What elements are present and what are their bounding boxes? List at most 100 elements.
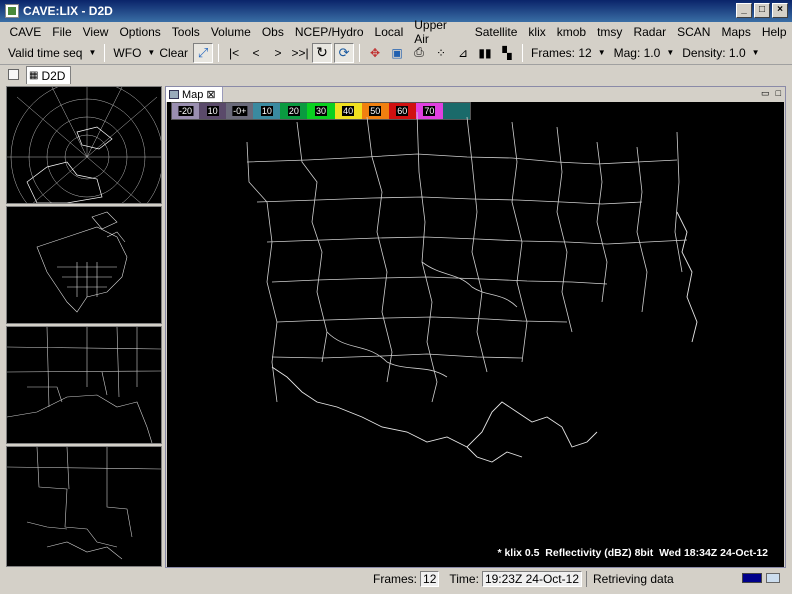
menu-satellite[interactable]: Satellite: [469, 25, 523, 39]
tab-map[interactable]: Map ⊠: [166, 87, 223, 102]
menu-tmsy[interactable]: tmsy: [592, 25, 628, 39]
pan-button[interactable]: ✥: [365, 43, 385, 63]
pane-regional[interactable]: [6, 326, 162, 444]
cave-app-icon: [5, 4, 19, 18]
time-mode-dropdown[interactable]: Valid time seq ▼: [4, 43, 100, 63]
menu-volume[interactable]: Volume: [205, 25, 256, 39]
pane-northern-hemisphere[interactable]: [6, 86, 162, 204]
frames-label: Frames: 12: [531, 45, 592, 60]
pane-local[interactable]: [6, 446, 162, 567]
product-legend: * klix 0.5 Reflectivity (dBZ) 8bit Wed 1…: [497, 547, 768, 559]
menu-klix[interactable]: klix: [523, 25, 551, 39]
scale-thumbnails: [6, 86, 162, 567]
network-status-icon: [766, 573, 780, 583]
menu-bar: CAVE File View Options Tools Volume Obs …: [0, 18, 792, 46]
density-label: Density: 1.0: [682, 45, 746, 60]
single-panel-button[interactable]: ▮▮: [475, 43, 495, 63]
points-icon: ⁘: [435, 45, 447, 60]
menu-help[interactable]: Help: [756, 25, 792, 39]
menu-kmob[interactable]: kmob: [551, 25, 591, 39]
menu-cave[interactable]: CAVE: [4, 25, 47, 39]
tab-d2d[interactable]: ▦ D2D: [26, 66, 72, 84]
chevron-down-icon: ▼: [751, 48, 760, 57]
zoom-extent-button[interactable]: ⤢: [193, 42, 214, 63]
menu-local[interactable]: Local: [369, 25, 409, 39]
map-canvas[interactable]: -20 10 -0+ 10 20 30 40 50 60 70 * klix 0…: [167, 102, 784, 567]
loop-button[interactable]: ↻: [312, 42, 333, 63]
four-panel-icon: ▚: [502, 45, 512, 60]
mag-dropdown[interactable]: Mag: 1.0 ▼: [610, 43, 679, 63]
chevron-down-icon: ▼: [88, 48, 97, 57]
alert-indicator-icon: [742, 573, 762, 583]
pane-north-america[interactable]: [6, 206, 162, 324]
maximize-view-icon[interactable]: □: [776, 88, 781, 99]
menu-scan[interactable]: SCAN: [672, 25, 716, 39]
first-frame-button[interactable]: |<: [224, 43, 244, 63]
county-boundaries: [246, 111, 688, 403]
status-message: Retrieving data: [593, 572, 674, 586]
editor-tab-row: ▦ D2D: [0, 66, 792, 84]
menu-obs[interactable]: Obs: [256, 25, 289, 39]
chevron-down-icon: ▼: [666, 48, 675, 57]
view-menu-icon[interactable]: [8, 69, 19, 80]
print-button[interactable]: ⎙: [409, 43, 429, 63]
toolbar-separator: [218, 43, 220, 62]
time-status-value: 19:23Z 24-Oct-12: [481, 571, 582, 587]
regional-map: [7, 327, 161, 443]
next-frame-button[interactable]: >: [268, 43, 288, 63]
county-map-overlay: [246, 111, 698, 463]
maximize-button[interactable]: □: [754, 3, 770, 18]
time-mode-label: Valid time seq: [8, 45, 83, 60]
loop-properties-button[interactable]: ⟳: [334, 42, 355, 63]
density-dropdown[interactable]: Density: 1.0 ▼: [678, 43, 763, 63]
four-panel-button[interactable]: ▚: [497, 43, 517, 63]
menu-options[interactable]: Options: [114, 25, 166, 39]
window-title: CAVE:LIX - D2D: [23, 4, 113, 18]
polar-map: [7, 87, 161, 203]
image-properties-button[interactable]: ▣: [387, 43, 407, 63]
next-icon: >: [274, 45, 282, 60]
frames-dropdown[interactable]: Frames: 12 ▼: [527, 43, 610, 63]
frames-status-label: Frames:: [373, 572, 418, 586]
menu-radar[interactable]: Radar: [628, 25, 672, 39]
wfo-label: WFO: [113, 45, 142, 60]
menu-view[interactable]: View: [77, 25, 114, 39]
close-button[interactable]: ×: [772, 3, 788, 18]
status-divider: [586, 571, 587, 587]
single-panel-icon: ▮▮: [478, 45, 492, 60]
menu-maps[interactable]: Maps: [716, 25, 756, 39]
printer-icon: ⎙: [414, 45, 424, 59]
loop-icon: ↻: [316, 44, 328, 60]
mag-label: Mag: 1.0: [613, 45, 661, 60]
close-icon[interactable]: ⊠: [206, 88, 215, 101]
wfo-dropdown[interactable]: WFO ▼: [109, 43, 159, 63]
refresh-icon: ⟳: [338, 44, 350, 60]
map-view: Map ⊠ ▭ □ -20 10 -0+ 10 20 30 40 50 60 7…: [165, 86, 786, 568]
north-america-map: [36, 211, 128, 313]
coastline: [271, 211, 698, 463]
menu-file[interactable]: File: [47, 25, 77, 39]
minimize-view-icon[interactable]: ▭: [761, 88, 770, 99]
frames-status-value: 12: [420, 571, 440, 587]
chevron-down-icon: ▼: [597, 48, 606, 57]
points-button[interactable]: ⁘: [431, 43, 451, 63]
last-frame-button[interactable]: >>|: [290, 43, 310, 63]
toolbar-separator: [104, 43, 106, 62]
toolbar-separator: [359, 43, 361, 62]
minimize-button[interactable]: _: [736, 3, 752, 18]
local-map: [7, 447, 161, 560]
menu-ncep-hydro[interactable]: NCEP/Hydro: [289, 25, 369, 39]
image-icon: ▣: [391, 45, 403, 60]
baselines-button[interactable]: ⊿: [453, 43, 473, 63]
last-frame-icon: >>|: [291, 45, 309, 60]
chevron-down-icon: ▼: [147, 48, 156, 57]
menu-tools[interactable]: Tools: [166, 25, 205, 39]
clear-button[interactable]: Clear: [159, 43, 192, 63]
previous-frame-button[interactable]: <: [246, 43, 266, 63]
clear-label: Clear: [159, 45, 189, 60]
time-status-label: Time:: [449, 572, 479, 586]
previous-icon: <: [252, 45, 260, 60]
expand-icon: ⤢: [197, 44, 209, 60]
first-frame-icon: |<: [228, 45, 240, 60]
status-bar: Frames: 12 Time: 19:23Z 24-Oct-12 Retrie…: [0, 568, 792, 590]
